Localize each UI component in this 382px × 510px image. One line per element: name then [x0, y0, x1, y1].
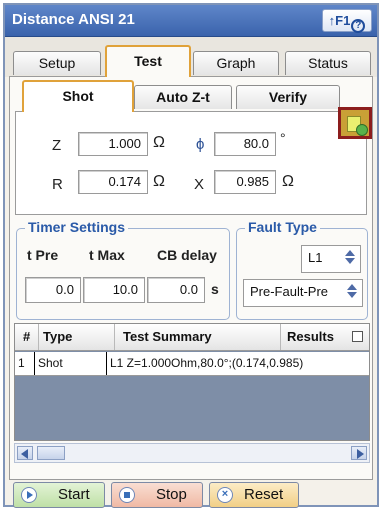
stop-button[interactable]: Stop — [111, 482, 203, 508]
stop-icon — [119, 487, 135, 503]
app-window: Distance ANSI 21 ↑F1? Setup Graph Status… — [3, 3, 379, 508]
row-summary: L1 Z=1.000Ohm,80.0°;(0.174,0.985) — [110, 356, 304, 370]
tab-graph[interactable]: Graph — [193, 51, 279, 75]
table-header: # Type Test Summary Results — [15, 324, 369, 351]
r-unit: Ω — [153, 173, 165, 190]
r-label: R — [52, 176, 63, 193]
col-number: # — [15, 324, 39, 350]
tab-test[interactable]: Test — [105, 45, 191, 77]
fault-phase-select[interactable]: L1 — [301, 245, 361, 273]
help-icon: ? — [351, 19, 366, 33]
tab-status[interactable]: Status — [285, 51, 371, 75]
test-panel: Auto Z-t Verify Z 1.000 Ω ϕ 80.0 ° R 0.1… — [9, 76, 373, 480]
tpre-header: t Pre — [27, 247, 59, 263]
test-table: # Type Test Summary Results 1 Shot L1 Z=… — [14, 323, 370, 441]
main-tab-strip: Setup Graph Status — [5, 37, 377, 77]
timer-settings-title: Timer Settings — [25, 219, 128, 235]
x-input[interactable]: 0.985 — [214, 170, 276, 194]
play-icon — [21, 487, 37, 503]
x-unit: Ω — [282, 173, 294, 190]
tab-setup[interactable]: Setup — [13, 51, 101, 75]
z-unit: Ω — [153, 134, 165, 151]
row-type: Shot — [35, 352, 107, 375]
col-test-summary: Test Summary — [115, 324, 281, 350]
fault-type-group: Fault Type L1 Pre-Fault-Pre — [236, 219, 368, 320]
scroll-right-icon[interactable] — [351, 446, 367, 460]
scroll-left-icon[interactable] — [17, 446, 33, 460]
help-label: ↑F1 — [328, 13, 351, 28]
table-row[interactable]: 1 Shot L1 Z=1.000Ohm,80.0°;(0.174,0.985) — [15, 352, 369, 376]
z-input[interactable]: 1.000 — [78, 132, 148, 156]
fault-mode-select[interactable]: Pre-Fault-Pre — [243, 279, 363, 307]
subtab-auto-zt[interactable]: Auto Z-t — [134, 85, 232, 109]
tmax-header: t Max — [89, 247, 125, 263]
phi-unit: ° — [280, 130, 286, 146]
help-f1-button[interactable]: ↑F1? — [322, 9, 372, 33]
row-number: 1 — [15, 352, 35, 375]
reset-button[interactable]: × Reset — [209, 482, 299, 508]
cb-delay-input[interactable]: 0.0 — [147, 277, 205, 303]
subtab-verify[interactable]: Verify — [236, 85, 340, 109]
reset-x-icon: × — [217, 487, 233, 503]
shot-panel: Z 1.000 Ω ϕ 80.0 ° R 0.174 Ω X 0.985 Ω — [15, 111, 367, 215]
x-label: X — [194, 176, 205, 193]
timer-settings-group: Timer Settings t Pre t Max CB delay 0.0 … — [16, 219, 230, 320]
run-shot-button[interactable] — [338, 107, 372, 139]
start-label: Start — [58, 486, 90, 503]
expand-icon[interactable] — [352, 331, 363, 342]
fault-phase-value: L1 — [308, 250, 323, 265]
fault-mode-value: Pre-Fault-Pre — [250, 284, 329, 299]
title-bar: Distance ANSI 21 ↑F1? — [5, 5, 377, 37]
seconds-unit: s — [211, 281, 219, 297]
z-label: Z — [52, 137, 62, 154]
tmax-input[interactable]: 10.0 — [83, 277, 145, 303]
window-title: Distance ANSI 21 — [12, 11, 135, 28]
phi-input[interactable]: 80.0 — [214, 132, 276, 156]
spinner-arrows-icon[interactable] — [342, 248, 358, 270]
reset-label: Reset — [244, 486, 284, 503]
start-button[interactable]: Start — [13, 482, 105, 508]
run-indicator-icon — [356, 124, 368, 136]
r-input[interactable]: 0.174 — [78, 170, 148, 194]
subtab-shot[interactable]: Shot — [22, 80, 134, 112]
cb-delay-header: CB delay — [157, 247, 217, 263]
scroll-thumb[interactable] — [37, 446, 65, 460]
horizontal-scrollbar[interactable] — [14, 443, 370, 463]
fault-type-title: Fault Type — [245, 219, 320, 235]
spinner-arrows-icon[interactable] — [344, 282, 360, 304]
stop-label: Stop — [156, 486, 187, 503]
col-type: Type — [39, 324, 115, 350]
phi-label: ϕ — [196, 136, 205, 153]
tpre-input[interactable]: 0.0 — [25, 277, 81, 303]
